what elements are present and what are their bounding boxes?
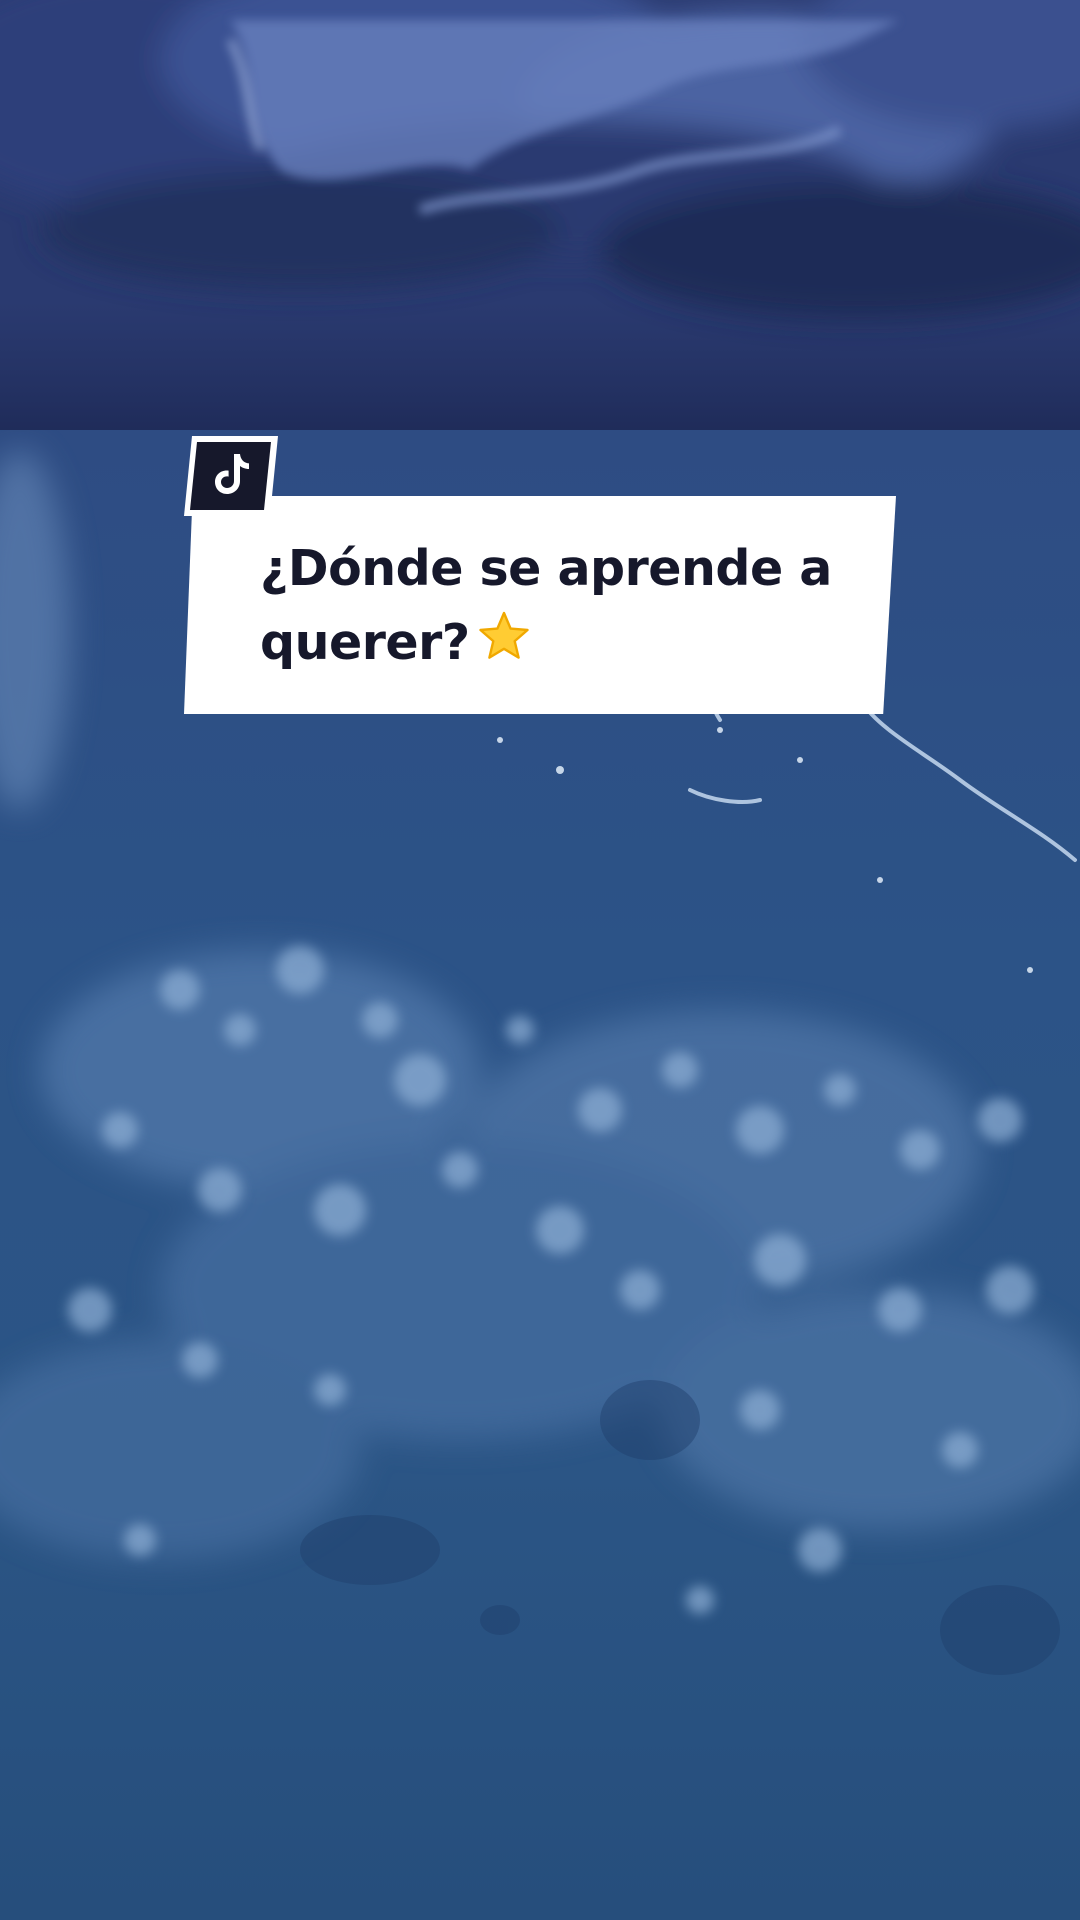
cloudy-night-sky [0, 0, 1080, 480]
caption-text-block: ¿Dónde se aprende a querer? [260, 532, 860, 686]
video-frame: ¿Dónde se aprende a querer? [0, 0, 1080, 1920]
tiktok-logo-badge [184, 436, 278, 516]
caption-text: ¿Dónde se aprende a querer? [260, 540, 832, 671]
caption-card: ¿Dónde se aprende a querer? [184, 496, 896, 714]
tiktok-logo-icon [184, 436, 278, 516]
star-emoji-icon [476, 609, 532, 686]
